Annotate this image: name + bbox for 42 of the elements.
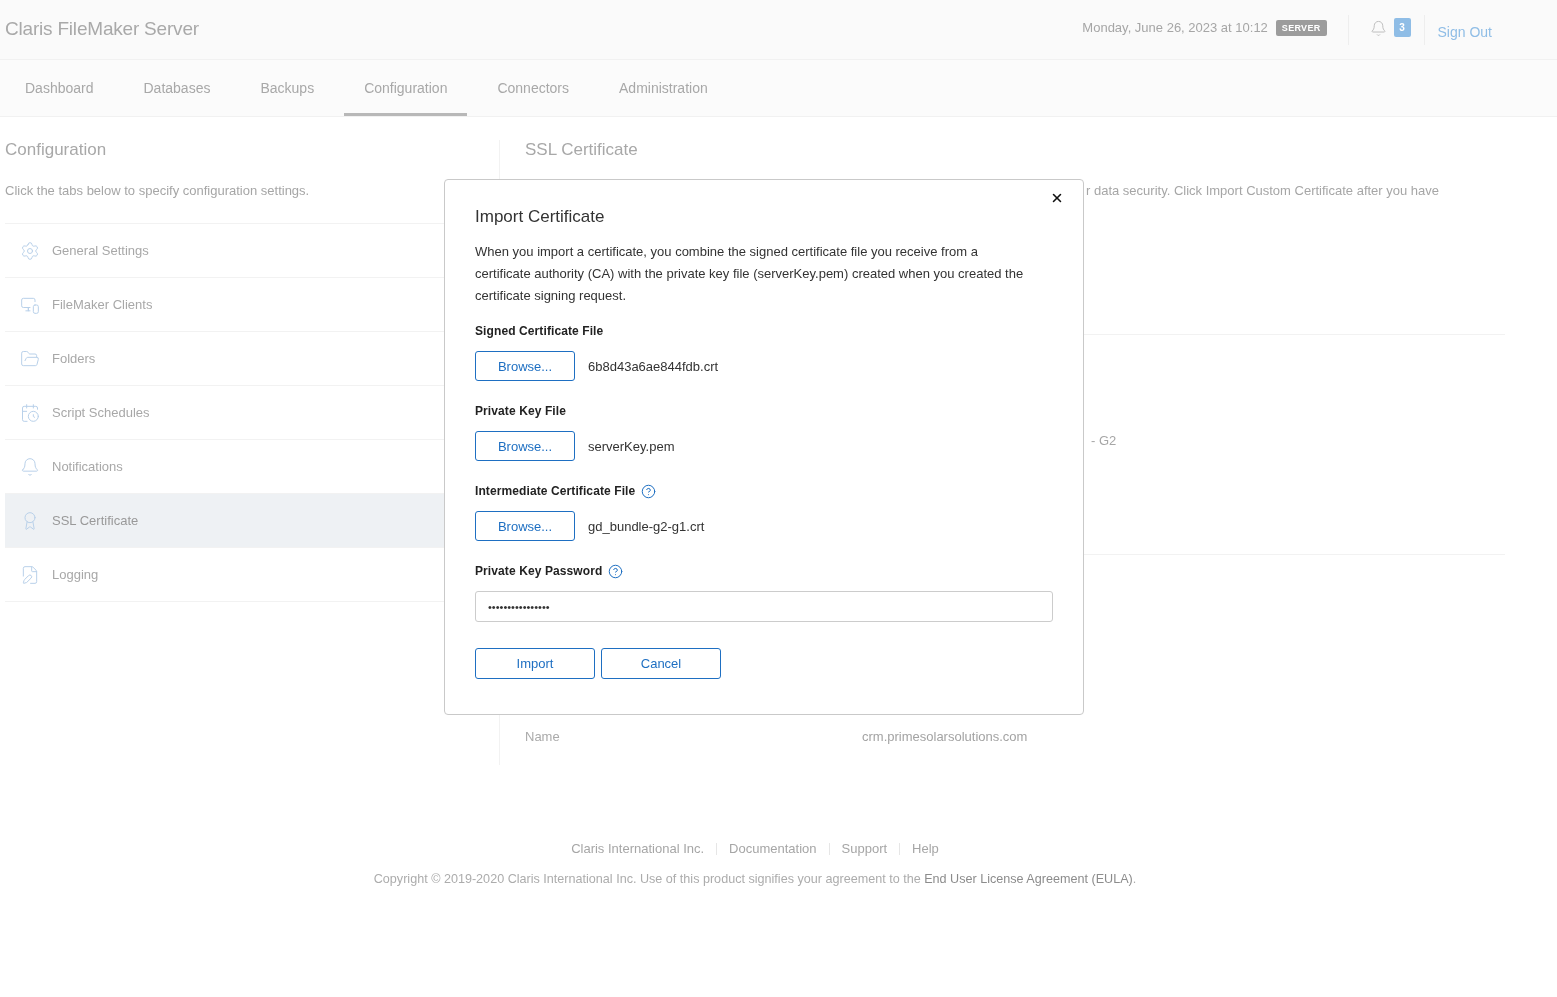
document-pen-icon xyxy=(20,564,40,585)
nav-tab[interactable]: Dashboard xyxy=(5,60,114,116)
gear-icon xyxy=(20,240,40,261)
notification-count-badge: 3 xyxy=(1393,18,1411,37)
browse-button[interactable]: Browse... xyxy=(475,511,575,541)
server-badge: SERVER xyxy=(1275,19,1327,36)
dialog-button[interactable]: Import xyxy=(475,648,595,679)
section-title: SSL Certificate xyxy=(524,140,639,160)
date-time: Monday, June 26, 2023 at 10:12 xyxy=(1082,20,1268,35)
dialog-button[interactable]: Cancel xyxy=(601,648,721,679)
file-name: 6b8d43a6ae844fdb.crt xyxy=(588,358,719,374)
file-name: gd_bundle-g2-g1.crt xyxy=(588,518,705,534)
sidebar-title: Configuration xyxy=(5,140,108,160)
help-icon[interactable] xyxy=(608,563,624,579)
sidebar-description: Click the tabs below to specify configuration settings. xyxy=(5,183,311,199)
footer-link[interactable]: Help xyxy=(912,841,939,857)
sign-out-link[interactable]: Sign Out xyxy=(1437,23,1492,40)
bell-icon xyxy=(20,456,40,477)
browse-button[interactable]: Browse... xyxy=(475,351,575,381)
footer-link[interactable]: Documentation xyxy=(729,841,817,857)
description-text: r data security. Click Import Custom Certificate after you have xyxy=(1086,183,1441,199)
file-name: serverKey.pem xyxy=(588,438,675,454)
nav-tab[interactable]: Backups xyxy=(240,60,335,116)
close-icon[interactable] xyxy=(1050,191,1064,205)
footer-link[interactable]: Claris International Inc. xyxy=(571,841,705,857)
nav-tab[interactable]: Databases xyxy=(123,60,231,116)
issuer-text: - G2 xyxy=(1091,433,1118,449)
nav-tab[interactable]: Connectors xyxy=(477,60,589,116)
nav-tab[interactable]: Configuration xyxy=(344,60,468,116)
calendar-clock-icon xyxy=(20,402,40,423)
dialog-title: Import Certificate xyxy=(475,207,606,227)
info-label: Name xyxy=(525,729,561,745)
browse-button[interactable]: Browse... xyxy=(475,431,575,461)
eula-link[interactable]: End User License Agreement (EULA) xyxy=(924,872,1133,886)
copyright-text: Copyright © 2019-2020 Claris International Inc. Use of this product signifies your agreement to the End User License Agreement (EULA). xyxy=(373,871,1137,887)
info-value: crm.primesolarsolutions.com xyxy=(862,729,1028,745)
password-field[interactable]: •••••••••••••••• xyxy=(475,591,1053,622)
help-icon[interactable] xyxy=(641,483,657,499)
app-logo: Claris FileMaker Server xyxy=(5,17,199,40)
folder-icon xyxy=(20,348,40,369)
nav-tab[interactable]: Administration xyxy=(599,60,728,116)
footer-link[interactable]: Support xyxy=(841,841,888,857)
